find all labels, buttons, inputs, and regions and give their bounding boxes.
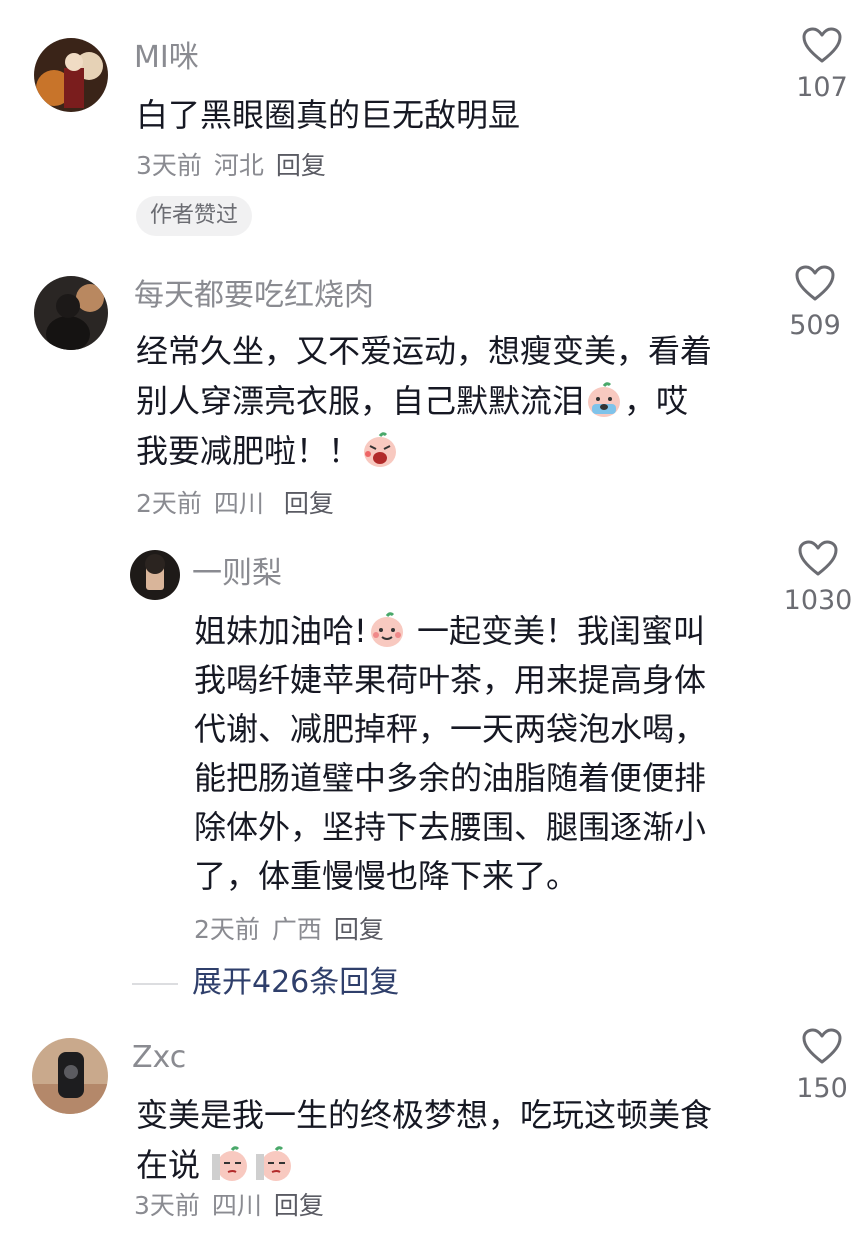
comment-text-line: 变美是我一生的终极梦想，吃玩这顿美食 bbox=[136, 1096, 713, 1134]
expand-divider bbox=[132, 983, 178, 985]
comment-text-line: 在说 bbox=[136, 1140, 756, 1190]
comment-location: 四川 bbox=[211, 1191, 262, 1220]
like-count: 1030 bbox=[783, 585, 853, 616]
comment-text-line: 经常久坐，又不爱运动，想瘦变美，看着 bbox=[136, 332, 713, 370]
reply-text: 姐妹加油哈! 一起变美！我闺蜜叫 我喝纤婕苹果荷叶茶，用来提高身体 代谢、减肥掉… bbox=[194, 607, 754, 901]
shouting-face-emoji bbox=[360, 430, 400, 470]
comment-author[interactable]: MI咪 bbox=[134, 40, 199, 76]
heart-outline-icon bbox=[802, 1028, 842, 1064]
comment-location: 河北 bbox=[213, 151, 264, 180]
comment-text: 变美是我一生的终极梦想，吃玩这顿美食 在说 bbox=[136, 1090, 756, 1190]
avatar[interactable] bbox=[34, 38, 108, 112]
reply-text-line: 我喝纤婕苹果荷叶茶，用来提高身体 bbox=[194, 661, 707, 699]
heart-outline-icon bbox=[802, 27, 842, 63]
reply-location: 广西 bbox=[271, 915, 322, 944]
like-button[interactable]: 150 bbox=[782, 1027, 862, 1105]
reply-meta: 2天前 广西 回复 bbox=[194, 914, 396, 946]
reply-text-line: 姐妹加油哈! 一起变美！我闺蜜叫 bbox=[194, 610, 706, 650]
comment-meta: 3天前 河北 回复 bbox=[136, 150, 338, 182]
reply-button[interactable]: 回复 bbox=[334, 915, 384, 944]
reply-button[interactable]: 回复 bbox=[284, 489, 334, 518]
comment-time: 3天前 bbox=[134, 1191, 200, 1220]
comment-author[interactable]: 每天都要吃红烧肉 bbox=[134, 278, 374, 314]
sly-face-emoji bbox=[210, 1144, 250, 1184]
like-count: 107 bbox=[796, 72, 848, 103]
smiling-face-emoji bbox=[367, 610, 407, 650]
reply-button[interactable]: 回复 bbox=[274, 1191, 324, 1220]
like-count: 509 bbox=[789, 310, 841, 341]
like-button[interactable]: 107 bbox=[782, 26, 862, 104]
comment-text-line: 我要减肥啦！！ bbox=[136, 426, 756, 476]
comment-text: 经常久坐，又不爱运动，想瘦变美，看着 别人穿漂亮衣服，自己默默流泪 ，哎 我要减肥… bbox=[136, 326, 756, 476]
comment-author[interactable]: Zxc bbox=[132, 1040, 186, 1076]
comment-time: 2天前 bbox=[136, 489, 202, 518]
avatar[interactable] bbox=[32, 1038, 108, 1114]
comment-location: 四川 bbox=[213, 489, 264, 518]
like-button[interactable]: 1030 bbox=[778, 539, 858, 617]
avatar[interactable] bbox=[130, 550, 180, 600]
heart-outline-icon bbox=[798, 540, 838, 576]
crying-face-emoji bbox=[584, 380, 624, 420]
like-button[interactable]: 509 bbox=[775, 264, 855, 342]
comment-meta: 2天前 四川 回复 bbox=[136, 488, 346, 520]
reply-text-line: 能把肠道璧中多余的油脂随着便便排 bbox=[194, 759, 707, 797]
reply-text-line: 代谢、减肥掉秤，一天两袋泡水喝， bbox=[194, 710, 707, 748]
like-count: 150 bbox=[796, 1073, 848, 1104]
reply-text-line: 除体外，坚持下去腰围、腿围逐渐小 bbox=[194, 808, 707, 846]
author-liked-badge: 作者赞过 bbox=[136, 196, 253, 236]
comment-text: 白了黑眼圈真的巨无敌明显 bbox=[136, 96, 521, 134]
reply-button[interactable]: 回复 bbox=[276, 151, 326, 180]
comment-meta: 3天前 四川 回复 bbox=[134, 1190, 336, 1222]
comment-text-line: 别人穿漂亮衣服，自己默默流泪 ，哎 bbox=[136, 380, 689, 420]
avatar[interactable] bbox=[34, 276, 108, 350]
expand-replies-button[interactable]: 展开426条回复 bbox=[192, 963, 399, 1003]
reply-author[interactable]: 一则梨 bbox=[192, 556, 282, 592]
comment-time: 3天前 bbox=[136, 151, 202, 180]
sly-face-emoji bbox=[254, 1144, 294, 1184]
reply-text-line: 了，体重慢慢也降下来了。 bbox=[194, 857, 579, 895]
heart-outline-icon bbox=[795, 265, 835, 301]
reply-time: 2天前 bbox=[194, 915, 260, 944]
